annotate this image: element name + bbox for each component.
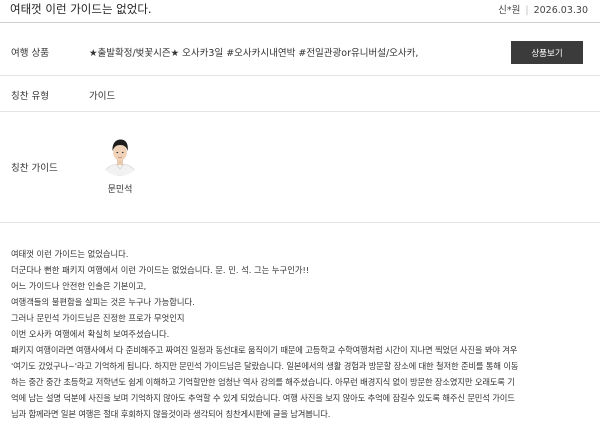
review-meta: 신*원 | 2026.03.30 [498,2,588,16]
product-label: 여행 상품 [11,48,49,59]
view-product-button[interactable]: 상품보기 [511,41,583,64]
body-line: 이번 오사카 여행에서 확실히 보여주셨습니다. [11,329,170,339]
review-date: 2026.03.30 [533,5,588,16]
body-line: 하는 중간 중간 초등학교 저학년도 쉽게 이해하고 기억할만한 엄청난 역사 … [11,377,515,387]
header-divider [0,22,600,23]
body-line: 억에 남는 설명 덕분에 사진을 보며 기억하지 않아도 추억할 수 있게 되었… [11,393,515,403]
review-title: 여태껏 이런 가이드는 없었다. [10,2,152,16]
review-body: 여태껏 이런 가이드는 없었습니다. 더군다나 뻔한 패키지 여행에서 이런 가… [11,246,591,422]
praise-guide-label: 칭찬 가이드 [11,163,58,174]
body-line: 여행객들의 불편함을 살피는 것은 누구나 가능합니다. [11,297,195,307]
row-divider [0,75,600,76]
meta-separator: | [525,5,529,16]
row-divider [0,222,600,223]
author-name: 신*원 [498,5,521,16]
review-header: 여태껏 이런 가이드는 없었다. 신*원 | 2026.03.30 [0,0,600,22]
row-divider [0,111,600,112]
body-line: 어느 가이드나 안전한 인솔은 기본이고, [11,281,147,291]
guide-photo-icon [99,134,141,176]
body-line: 여태껏 이런 가이드는 없었습니다. [11,249,129,259]
body-line: 더군다나 뻔한 패키지 여행에서 이런 가이드는 없었습니다. 문. 민. 석.… [11,265,310,275]
product-name-link[interactable]: ★출발확정/벚꽃시즌★ 오사카3일 #오사카시내연박 #전일관광or유니버설/오… [89,45,489,59]
guide-profile: 문민석 [97,134,143,195]
body-line: 그러나 문민석 가이드님은 진정한 프로가 무엇인지 [11,313,185,323]
praise-type-label: 칭찬 유형 [11,91,49,102]
body-line: 패키지 여행이라면 여행사에서 다 준비해주고 짜여진 일정과 동선대로 움직이… [11,345,518,355]
praise-type-value: 가이드 [89,91,116,102]
body-line: 님과 함께라면 일본 여행은 절대 후회하지 않을것이라 생각되어 칭찬게시판에… [11,409,331,419]
body-line: '여기도 갔었구나~'라고 기억하게 됩니다. 하지만 문민석 가이드님은 달랐… [11,361,519,371]
guide-name: 문민석 [107,185,133,195]
